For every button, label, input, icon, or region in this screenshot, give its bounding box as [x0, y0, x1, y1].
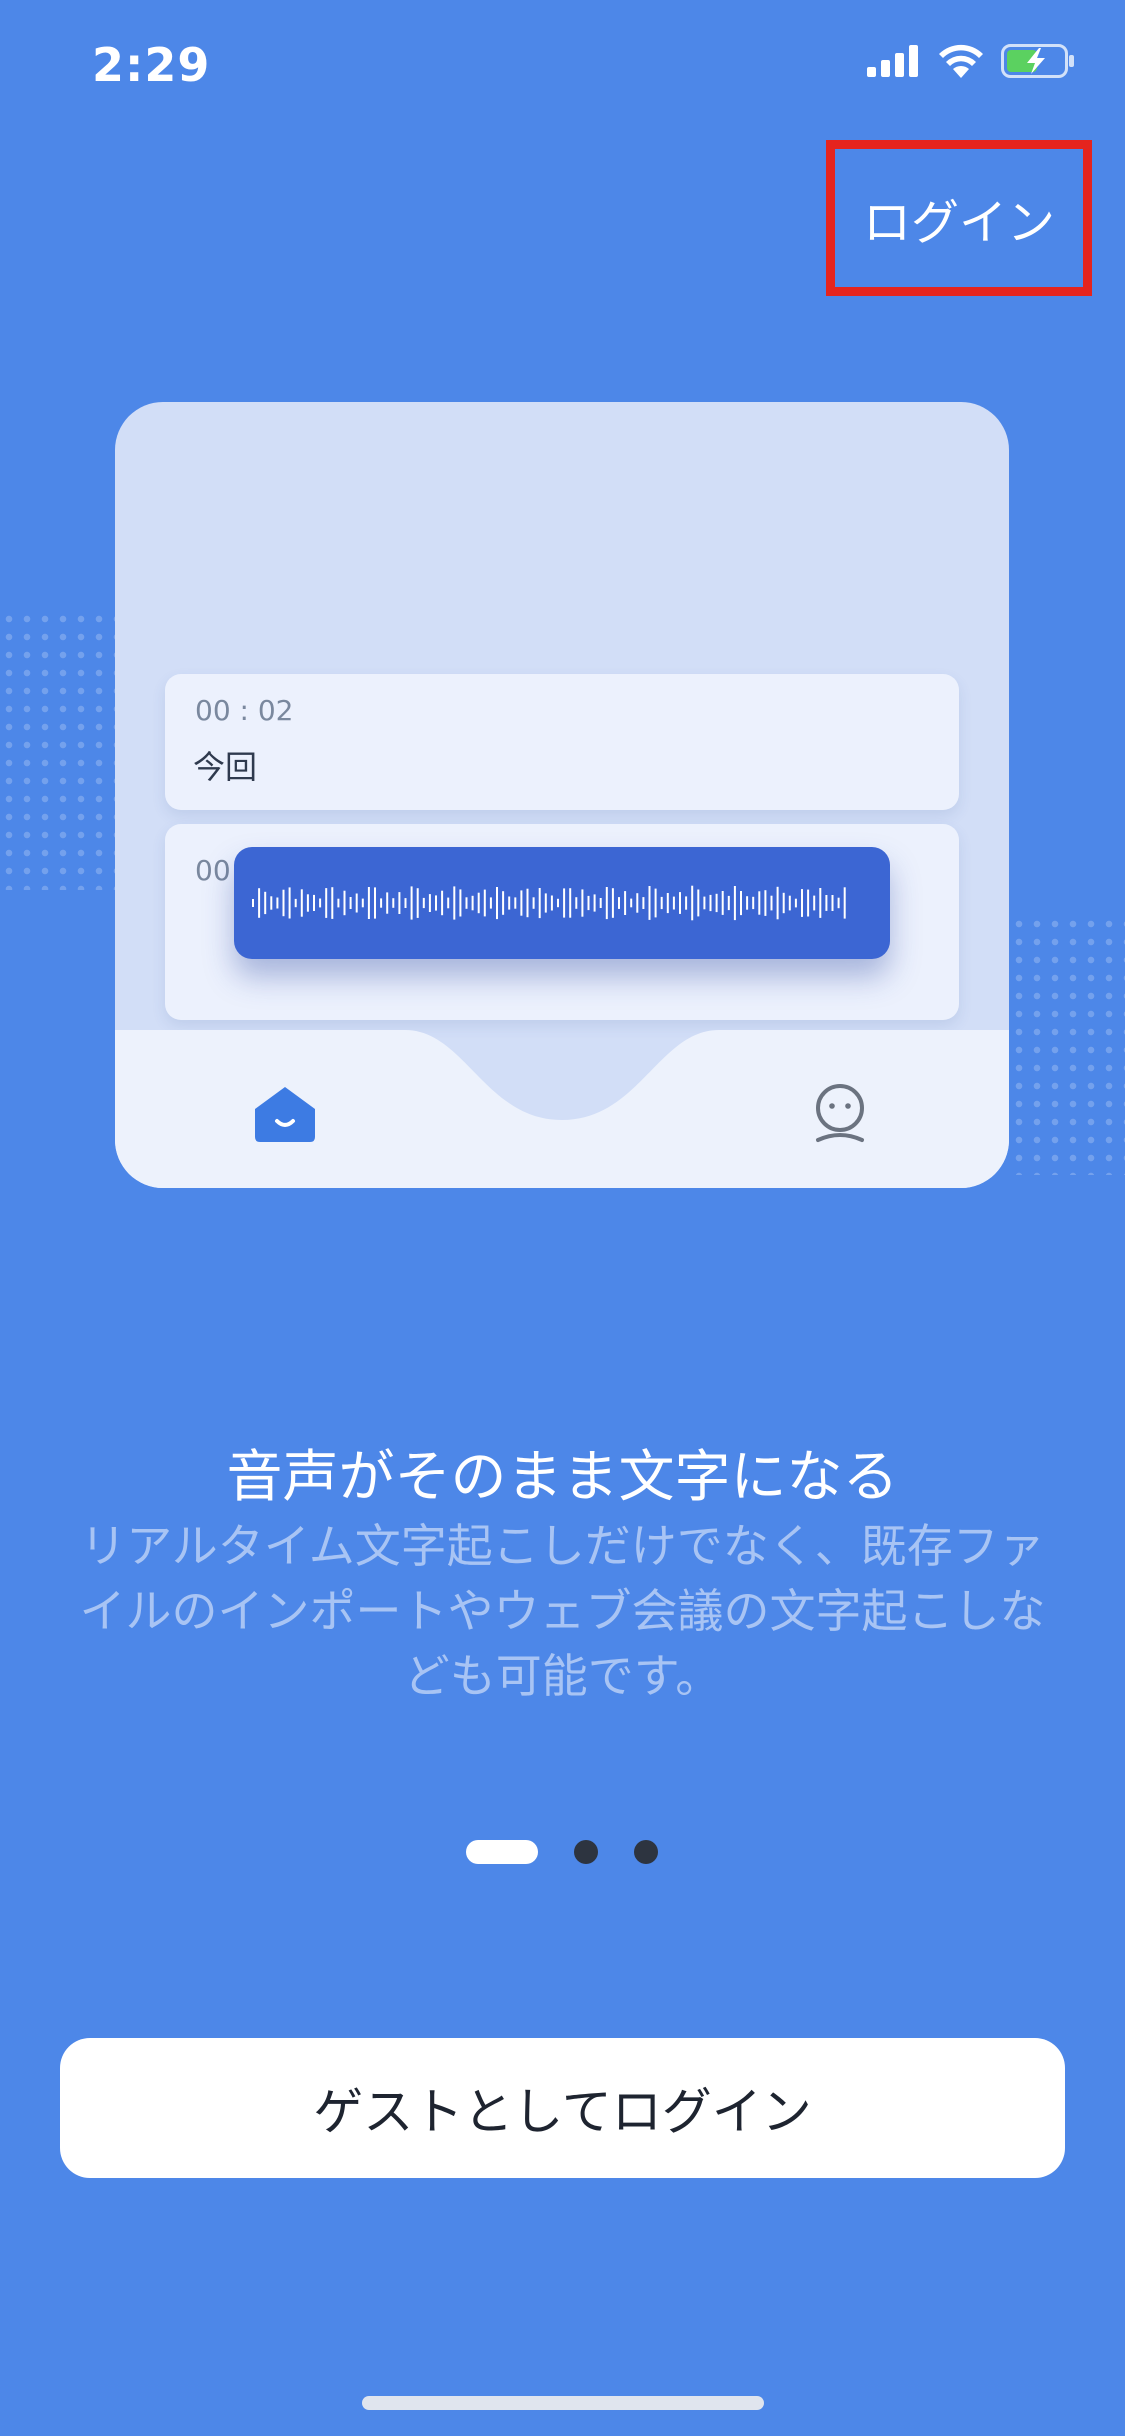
- profile-icon: [816, 1084, 864, 1142]
- guest-login-button[interactable]: ゲストとしてログイン: [60, 2038, 1065, 2178]
- audio-waveform: [234, 847, 890, 959]
- onboarding-illustration: 00 : 02 今回 00: [115, 402, 1009, 1188]
- mock-tab-bar: [115, 1030, 1009, 1188]
- home-indicator[interactable]: [362, 2396, 764, 2410]
- page-indicator-dot: [634, 1840, 658, 1864]
- page-indicator-dot: [574, 1840, 598, 1864]
- row-timestamp: 00: [195, 854, 231, 887]
- status-bar: 2:29: [0, 0, 1125, 140]
- page-indicator[interactable]: [0, 1840, 1125, 1864]
- home-icon: [255, 1087, 315, 1142]
- row-text: 今回: [193, 748, 258, 786]
- login-button[interactable]: ログイン: [826, 140, 1092, 296]
- page-indicator-active: [466, 1840, 538, 1864]
- onboarding-title: 音声がそのまま文字になる: [226, 1445, 899, 1510]
- battery-charging-icon: [1001, 44, 1074, 78]
- onboarding-description: リアルタイム文字起こしだけでなく、既存ファイルのインポートやウェブ会議の文字起こ…: [79, 1519, 1046, 1703]
- dot-pattern-right: [1010, 915, 1125, 1175]
- dot-pattern-left: [0, 610, 115, 890]
- tab-bar-shape: [115, 1030, 1009, 1188]
- row-timestamp: 00 : 02: [195, 694, 294, 727]
- status-icons: [867, 44, 1075, 78]
- waveform-icon: [252, 885, 846, 921]
- wifi-icon: [939, 44, 983, 78]
- signal-icon: [867, 45, 918, 77]
- status-time: 2:29: [92, 38, 211, 92]
- transcript-row: 00 : 02 今回: [165, 674, 959, 810]
